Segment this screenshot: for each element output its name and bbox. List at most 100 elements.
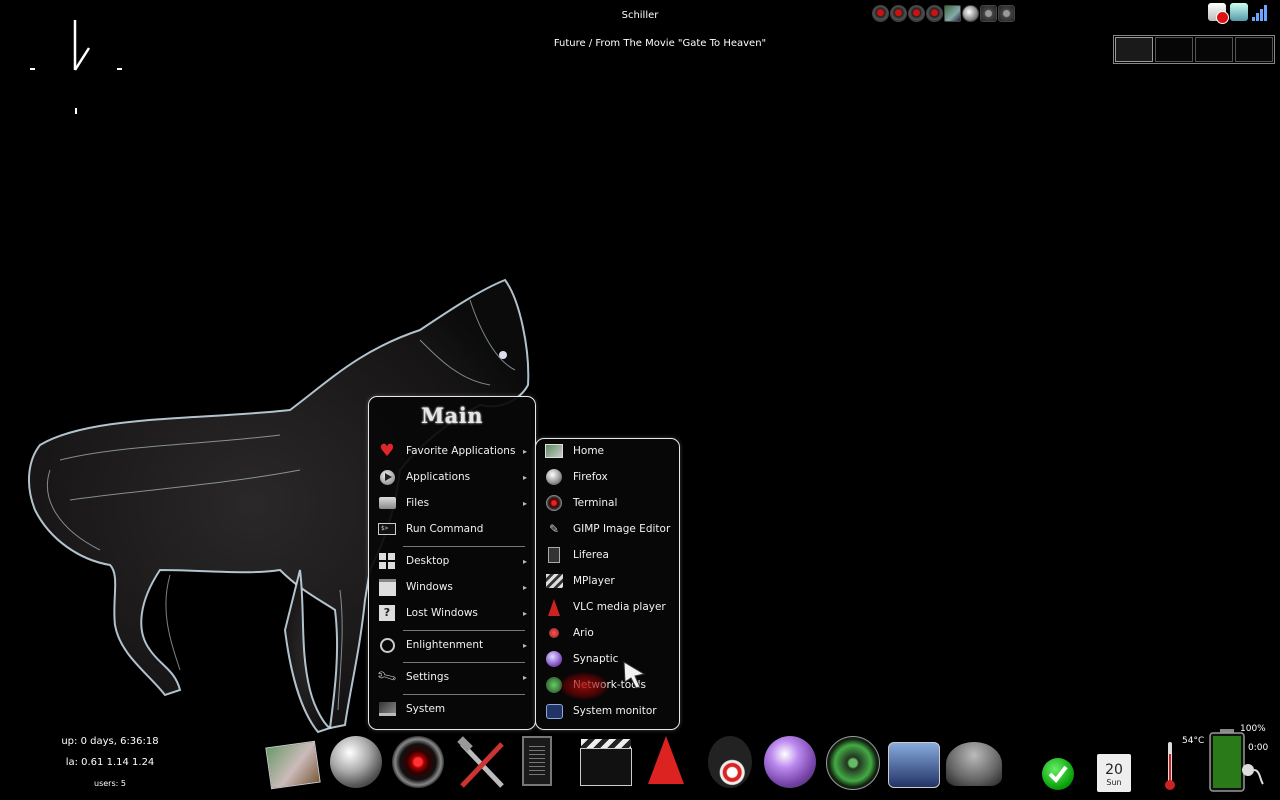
home-folder-icon[interactable] [944,5,961,22]
menu-separator [403,694,525,695]
dock-synaptic-icon[interactable] [764,736,816,788]
dock-headphones-icon[interactable] [708,736,752,788]
book-icon [544,546,564,564]
menu-item-vlc[interactable]: VLC media player [542,595,676,619]
battery-percent-text: 100% [1240,724,1266,734]
dock-book-icon[interactable] [522,736,552,786]
desktop-pager [1113,35,1275,64]
clock-widget [30,20,122,114]
dock-hal-eye-icon[interactable] [392,736,444,788]
menu-item-applications[interactable]: Applications ▸ [375,465,531,489]
menu-item-label: Ario [573,627,594,639]
menu-item-lost-windows[interactable]: ? Lost Windows ▸ [375,601,531,625]
mouse-cursor-icon [623,661,646,689]
menu-item-windows[interactable]: Windows ▸ [375,575,531,599]
menu-item-label: Files [406,497,430,509]
pager-desktop[interactable] [1195,37,1233,62]
dock-globe-icon[interactable] [330,736,382,788]
battery-fill [1213,736,1241,788]
menu-item-label: Terminal [573,497,618,509]
menu-item-terminal[interactable]: Terminal [542,491,676,515]
globe-icon [544,468,564,486]
menu-separator [403,630,525,631]
main-menu-title: Main [420,403,484,428]
menu-item-label: MPlayer [573,575,615,587]
pager-desktop[interactable] [1155,37,1193,62]
home-folder-icon [544,442,564,460]
ario-icon [544,624,564,642]
menu-item-label: Favorite Applications [406,445,516,457]
menu-item-label: GIMP Image Editor [573,523,671,535]
menu-item-ario[interactable]: Ario [542,621,676,645]
pager-desktop[interactable] [1235,37,1273,62]
menu-item-settings[interactable]: 🔧︎ Settings ▸ [375,665,531,689]
globe-icon[interactable] [962,5,979,22]
users-count-text: users: 5 [94,779,126,788]
menu-item-system-monitor[interactable]: System monitor [542,699,676,723]
menu-item-label: Windows [406,581,453,593]
system-tray [872,5,1015,22]
dock-traffic-cone-icon[interactable] [648,736,684,784]
temperature-text: 54°C [1182,736,1205,746]
menu-item-firefox[interactable]: Firefox [542,465,676,489]
load-average-text: la: 0.61 1.14 1.24 [65,757,155,768]
power-plug-icon [1242,764,1264,785]
menu-item-label: Home [573,445,605,457]
menu-item-enlightenment[interactable]: Enlightenment ▸ [375,633,531,657]
pager-desktop[interactable] [1115,37,1153,62]
menu-item-label: Enlightenment [406,639,484,651]
menu-item-home[interactable]: Home [542,439,676,463]
dock-home-folder-icon[interactable] [265,740,321,790]
menu-item-label: Synaptic [573,653,619,665]
calendar-day: 20 [1105,762,1123,778]
main-menu: Main ♥ Favorite Applications ▸ Applicati… [368,396,536,730]
menu-item-mplayer[interactable]: MPlayer [542,569,676,593]
menu-item-label: Settings [406,671,450,683]
submenu-arrow-icon: ▸ [522,472,527,482]
submenu-arrow-icon: ▸ [522,608,527,618]
uptime-text: up: 0 days, 6:36:18 [61,736,159,747]
menu-item-run-command[interactable]: $> Run Command [375,517,531,541]
menu-item-label: Desktop [406,555,450,567]
cursor-splat-decoration [559,672,609,700]
submenu-arrow-icon: ▸ [522,640,527,650]
enlightenment-icon [377,636,397,654]
system-monitor-icon [544,702,564,720]
blocked-notification-icon[interactable] [1208,3,1229,24]
question-icon: ? [377,604,397,622]
calendar-widget[interactable]: 20 Sun [1097,754,1131,792]
battery-time-text: 0:00 [1248,743,1269,753]
calendar-weekday: Sun [1106,778,1122,787]
menu-item-system[interactable]: System [375,697,531,721]
traffic-cone-icon [544,598,564,616]
submenu-arrow-icon: ▸ [522,582,527,592]
hal-icon[interactable] [872,5,889,22]
submenu-arrow-icon: ▸ [522,672,527,682]
dock-system-monitor-icon[interactable] [888,742,940,788]
menu-item-gimp[interactable]: ✎ GIMP Image Editor [542,517,676,541]
dock-radar-icon[interactable] [826,736,880,790]
menu-item-label: Applications [406,471,471,483]
hal-icon[interactable] [908,5,925,22]
heart-icon: ♥ [379,441,395,461]
menu-separator [403,662,525,663]
gnome-face-icon[interactable] [980,5,997,22]
check-status-icon[interactable] [1042,758,1074,790]
dock-tools-icon[interactable] [454,736,510,792]
dock-umbrella-icon[interactable] [946,742,1002,786]
signal-strength-icon[interactable] [1252,5,1267,21]
menu-item-liferea[interactable]: Liferea [542,543,676,567]
dock-clapperboard-icon[interactable] [580,739,632,786]
menu-item-label: Lost Windows [406,607,478,619]
menu-item-synaptic[interactable]: Synaptic [542,647,676,671]
horse-eye [499,351,507,359]
hal-icon[interactable] [926,5,943,22]
menu-item-favorite-applications[interactable]: ♥ Favorite Applications ▸ [375,439,531,463]
menu-item-desktop[interactable]: Desktop ▸ [375,549,531,573]
gnome-face-icon[interactable] [998,5,1015,22]
menu-item-label: Liferea [573,549,609,561]
network-manager-icon[interactable] [1230,3,1248,21]
hal-eye-icon [544,494,564,512]
hal-icon[interactable] [890,5,907,22]
menu-item-files[interactable]: Files ▸ [375,491,531,515]
